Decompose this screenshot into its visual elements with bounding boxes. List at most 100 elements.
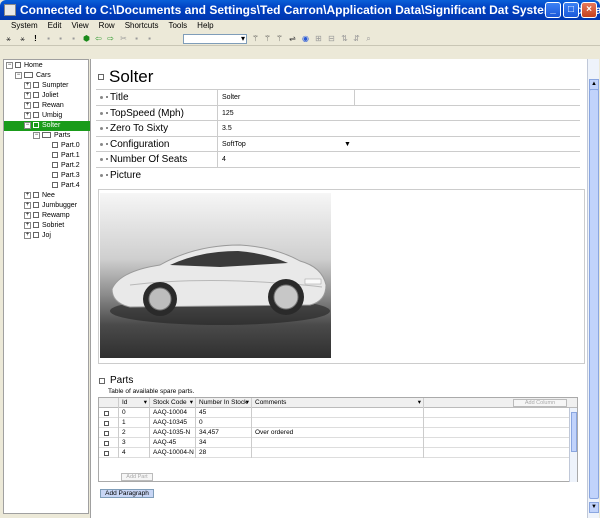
filter-icon[interactable]: ⇵ <box>352 34 361 43</box>
add-paragraph-button[interactable]: Add Paragraph <box>100 489 154 498</box>
tree-item-part-2[interactable]: Part.2 <box>52 161 80 171</box>
col-header-number-in-stock[interactable]: Number In Stock ▾ <box>196 398 252 408</box>
row-checkbox[interactable] <box>104 421 109 426</box>
main-scrollbar[interactable]: ▲ ▼ <box>587 59 599 518</box>
add-column-button[interactable]: Add Column <box>513 399 567 407</box>
menu-help[interactable]: Help <box>192 20 218 32</box>
table-row[interactable]: 4 AAQ-10004-N 28 <box>99 448 569 458</box>
menu-view[interactable]: View <box>66 20 93 32</box>
align-icon[interactable]: ⊟ <box>327 34 336 43</box>
menu-system[interactable]: System <box>6 20 43 32</box>
property-table: Title Solter TopSpeed (Mph) 125 Zero To … <box>96 89 580 183</box>
col-header-stock-code[interactable]: Stock Code ▾ <box>150 398 196 408</box>
property-label: TopSpeed (Mph) <box>110 107 184 119</box>
row-checkbox[interactable] <box>104 441 109 446</box>
tree-item-parts[interactable]: − Parts <box>33 131 70 141</box>
copy-icon[interactable]: ▪ <box>56 34 65 43</box>
menu-shortcuts[interactable]: Shortcuts <box>120 20 164 32</box>
parts-grid: Id ▾ Stock Code ▾ Number In Stock ▾ Comment… <box>98 397 578 482</box>
wand-icon[interactable]: ⚚ <box>251 34 260 43</box>
row-checkbox[interactable] <box>104 431 109 436</box>
menu-bar: System Edit View Row Shortcuts Tools Hel… <box>0 20 600 32</box>
property-value-topspeed[interactable]: 125 <box>217 105 354 121</box>
row-checkbox[interactable] <box>104 411 109 416</box>
tree-item-joj[interactable]: + Joj <box>24 231 51 241</box>
clipboard-icon[interactable]: ▪ <box>145 34 154 43</box>
add-node-icon[interactable]: ⬢ <box>82 34 91 43</box>
dropdown-arrow-icon[interactable]: ▼ <box>344 137 351 152</box>
search-icon[interactable]: ⌕ <box>364 34 373 43</box>
close-button[interactable]: × <box>581 2 597 18</box>
tree-item-solter[interactable]: − Solter <box>4 121 90 131</box>
table-row[interactable]: 0 AAQ-10004 45 <box>99 408 569 418</box>
alert-icon[interactable]: ! <box>31 34 40 43</box>
wand2-icon[interactable]: ⚚ <box>263 34 272 43</box>
tree-item-nee[interactable]: + Nee <box>24 191 55 201</box>
main-content: Solter Title Solter TopSpeed (Mph) 125 Z… <box>90 59 599 518</box>
tree-item-sumpter[interactable]: + Sumpter <box>24 81 68 91</box>
property-label: Zero To Sixty <box>110 123 169 134</box>
property-value-title[interactable]: Solter <box>217 90 354 105</box>
table-row[interactable]: 3 AAQ-45 34 <box>99 438 569 448</box>
tree-collapse-icon[interactable]: ⚹ <box>18 34 27 43</box>
menu-tools[interactable]: Tools <box>163 20 192 32</box>
grid-header: Id ▾ Stock Code ▾ Number In Stock ▾ Comment… <box>99 398 577 408</box>
wand3-icon[interactable]: ⚚ <box>275 34 284 43</box>
title-checkbox[interactable] <box>98 74 104 80</box>
page-title: Solter <box>109 67 154 86</box>
property-row-title: Title Solter <box>96 90 580 106</box>
target-icon[interactable]: ◉ <box>301 34 310 43</box>
shuffle-icon[interactable]: ⇌ <box>288 34 297 43</box>
cut-icon[interactable]: ▪ <box>44 34 53 43</box>
tree-item-part-1[interactable]: Part.1 <box>52 151 80 161</box>
tree-item-rewamp[interactable]: + Rewamp <box>24 211 70 221</box>
property-value-seats[interactable]: 4 <box>217 152 354 167</box>
tree-item-jumbugger[interactable]: + Jumbugger <box>24 201 77 211</box>
tree-item-home[interactable]: − Home <box>6 61 43 71</box>
menu-row[interactable]: Row <box>94 20 120 32</box>
tree-item-sobriet[interactable]: + Sobriet <box>24 221 64 231</box>
add-part-button[interactable]: Add Part <box>121 473 153 481</box>
col-header-comments[interactable]: Comments ▾ <box>252 398 424 408</box>
app-icon <box>4 4 16 16</box>
tree-item-part-3[interactable]: Part.3 <box>52 171 80 181</box>
tree-item-part-0[interactable]: Part.0 <box>52 141 80 151</box>
tree-item-umbig[interactable]: + Umbig <box>24 111 62 121</box>
property-value-zero-to-sixty[interactable]: 3.5 <box>217 121 354 136</box>
tree-item-rewan[interactable]: + Rewan <box>24 101 64 111</box>
property-label: Title <box>110 92 129 103</box>
forward-arrow-icon[interactable]: ⇨ <box>106 34 115 43</box>
scroll-down-icon[interactable]: ▼ <box>589 502 599 513</box>
table-row[interactable]: 1 AAQ-10345 0 <box>99 418 569 428</box>
toolbar-dropdown[interactable] <box>183 34 247 44</box>
parts-checkbox[interactable] <box>99 378 105 384</box>
tree-expand-icon[interactable]: ⚹ <box>4 34 13 43</box>
grid-scrollbar[interactable] <box>569 408 577 482</box>
col-header-id[interactable]: Id ▾ <box>119 398 150 408</box>
tree-panel: − Home − Cars + Sumpter + Joliet + Rewan + Umb… <box>3 59 90 514</box>
sort-icon[interactable]: ⇅ <box>340 34 349 43</box>
window-title: Connected to C:\Documents and Settings\T… <box>20 3 600 17</box>
duplicate-icon[interactable]: ▪ <box>132 34 141 43</box>
picture-label: Picture <box>110 169 142 181</box>
paste-icon[interactable]: ▪ <box>69 34 78 43</box>
tree-item-joliet[interactable]: + Joliet <box>24 91 58 101</box>
parts-title: Parts <box>110 375 134 386</box>
property-row-configuration: Configuration SoftTop ▼ <box>96 136 580 152</box>
scissors-icon[interactable]: ✂ <box>119 34 128 43</box>
back-arrow-icon[interactable]: ⇦ <box>94 34 103 43</box>
menu-edit[interactable]: Edit <box>43 20 67 32</box>
property-row-zero-to-sixty: Zero To Sixty 3.5 <box>96 121 580 137</box>
table-row[interactable]: 2 AAQ-1035-N 34,457 Over ordered <box>99 428 569 438</box>
toolbar: ⚹ ⚹ ! ▪ ▪ ▪ ⬢ ⇦ ⇨ ✂ ▪ ▪ ⚚ ⚚ ⚚ ⇌ ◉ ⊞ ⊟ ⇅ … <box>0 32 600 46</box>
minimize-button[interactable]: _ <box>545 2 561 18</box>
tree-item-part-4[interactable]: Part.4 <box>52 181 80 191</box>
grid-icon[interactable]: ⊞ <box>314 34 323 43</box>
property-row-seats: Number Of Seats 4 <box>96 152 580 168</box>
car-picture[interactable] <box>100 193 331 358</box>
maximize-button[interactable]: □ <box>563 2 579 18</box>
row-checkbox[interactable] <box>104 451 109 456</box>
tree-item-cars[interactable]: − Cars <box>15 71 51 81</box>
window-title-bar[interactable]: Connected to C:\Documents and Settings\T… <box>0 0 600 20</box>
configuration-select[interactable]: SoftTop <box>217 136 354 152</box>
